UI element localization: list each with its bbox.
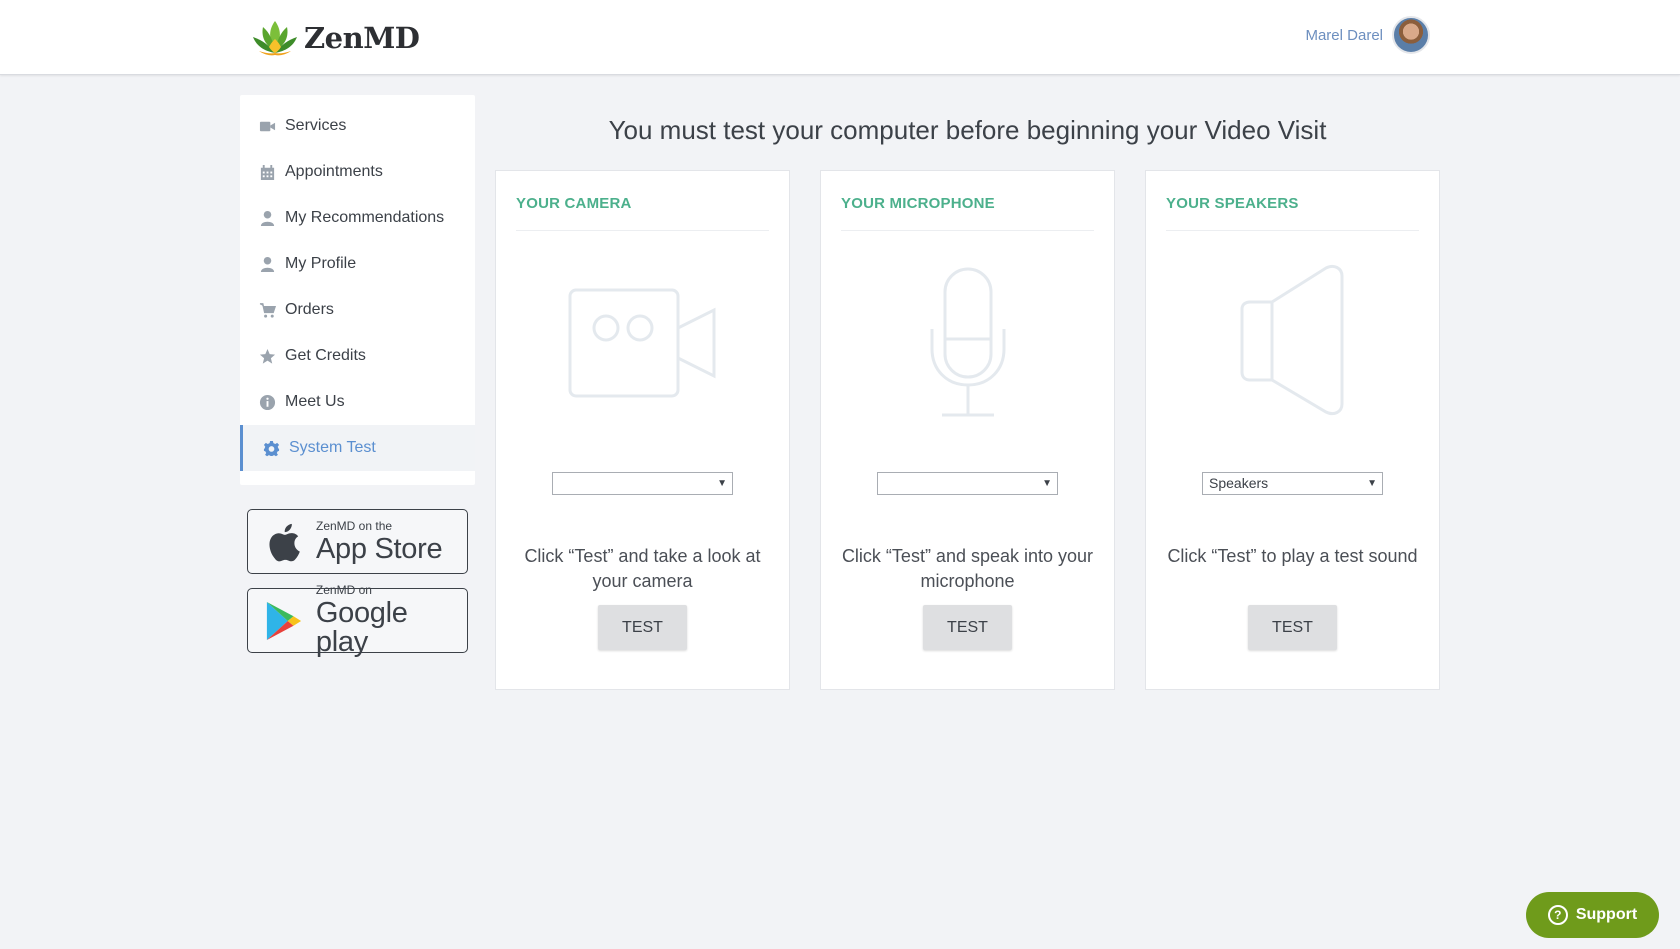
google-play-big-text: Google play xyxy=(315,597,408,658)
sidebar-item-label: Orders xyxy=(285,301,334,318)
sidebar-item-get-credits[interactable]: Get Credits xyxy=(240,333,475,379)
microphone-select[interactable]: ▼ xyxy=(877,472,1058,495)
google-play-button[interactable]: ZenMD on Google play xyxy=(247,584,468,657)
chevron-down-icon: ▼ xyxy=(1367,478,1377,489)
camera-test-button[interactable]: TEST xyxy=(598,605,687,650)
zenmd-logo[interactable]: ZenMD xyxy=(249,16,420,60)
sidebar-item-my-recommendations[interactable]: My Recommendations xyxy=(240,195,475,241)
gear-icon xyxy=(262,439,280,457)
microphone-test-button[interactable]: TEST xyxy=(923,605,1012,650)
cart-icon xyxy=(258,301,276,319)
apple-icon xyxy=(260,522,308,562)
sidebar-item-label: My Profile xyxy=(285,255,357,272)
star-icon xyxy=(258,347,276,365)
user-icon xyxy=(258,209,276,227)
sidebar-item-system-test[interactable]: System Test xyxy=(240,425,475,471)
calendar-icon xyxy=(258,163,276,181)
lotus-logo-icon xyxy=(253,21,297,56)
sidebar-nav: Services Appointments My Recommendations… xyxy=(240,95,475,485)
chevron-down-icon: ▼ xyxy=(717,478,727,489)
top-header: ZenMD Marel Darel xyxy=(0,0,1680,75)
app-store-button[interactable]: ZenMD on the App Store xyxy=(247,509,468,574)
support-label: Support xyxy=(1575,906,1638,923)
support-button[interactable]: ? Support xyxy=(1526,892,1659,938)
google-play-icon xyxy=(260,600,308,642)
sidebar-item-label: My Recommendations xyxy=(285,209,445,226)
app-store-big-text: App Store xyxy=(316,532,443,565)
sidebar-item-label: Services xyxy=(285,117,347,134)
card-description: Click “Test” and speak into your microph… xyxy=(841,546,1094,591)
speaker-icon xyxy=(1146,259,1439,424)
sidebar-item-label: Meet Us xyxy=(285,393,345,410)
card-title: YOUR SPEAKERS xyxy=(1166,195,1419,231)
card-title: YOUR MICROPHONE xyxy=(841,195,1094,231)
avatar[interactable] xyxy=(1392,16,1430,54)
microphone-test-card: YOUR MICROPHONE ▼ Click “Test” and speak… xyxy=(820,170,1115,690)
select-value: Speakers xyxy=(1209,475,1269,491)
speakers-test-button[interactable]: TEST xyxy=(1248,605,1337,650)
user-menu[interactable]: Marel Darel xyxy=(1305,16,1430,54)
camera-select[interactable]: ▼ xyxy=(552,472,733,495)
chevron-down-icon: ▼ xyxy=(1042,478,1052,489)
speakers-select[interactable]: Speakers ▼ xyxy=(1202,472,1383,495)
user-icon xyxy=(258,255,276,273)
sidebar-item-my-profile[interactable]: My Profile xyxy=(240,241,475,287)
camera-test-card: YOUR CAMERA ▼ Click “Test” and take a lo… xyxy=(495,170,790,690)
google-play-small-text: ZenMD on xyxy=(315,583,372,597)
sidebar-item-services[interactable]: Services xyxy=(240,103,475,149)
sidebar-item-label: Appointments xyxy=(285,163,383,180)
card-description: Click “Test” and take a look at your cam… xyxy=(524,546,761,591)
app-store-small-text: ZenMD on the xyxy=(316,518,393,533)
video-camera-icon xyxy=(496,259,789,424)
speakers-test-card: YOUR SPEAKERS Speakers ▼ Click “Test” to… xyxy=(1145,170,1440,690)
card-description: Click “Test” to play a test sound xyxy=(1167,546,1418,566)
sidebar-item-orders[interactable]: Orders xyxy=(240,287,475,333)
logo-text: ZenMD xyxy=(304,21,420,55)
sidebar-item-meet-us[interactable]: Meet Us xyxy=(240,379,475,425)
user-name[interactable]: Marel Darel xyxy=(1305,27,1383,44)
microphone-icon xyxy=(821,259,1114,424)
sidebar-item-label: System Test xyxy=(289,439,376,456)
help-icon: ? xyxy=(1547,905,1568,925)
video-camera-icon xyxy=(258,117,276,135)
page-title: You must test your computer before begin… xyxy=(608,115,1327,145)
card-title: YOUR CAMERA xyxy=(516,195,769,231)
info-icon xyxy=(258,393,276,411)
sidebar-item-label: Get Credits xyxy=(285,347,366,364)
sidebar-item-appointments[interactable]: Appointments xyxy=(240,149,475,195)
